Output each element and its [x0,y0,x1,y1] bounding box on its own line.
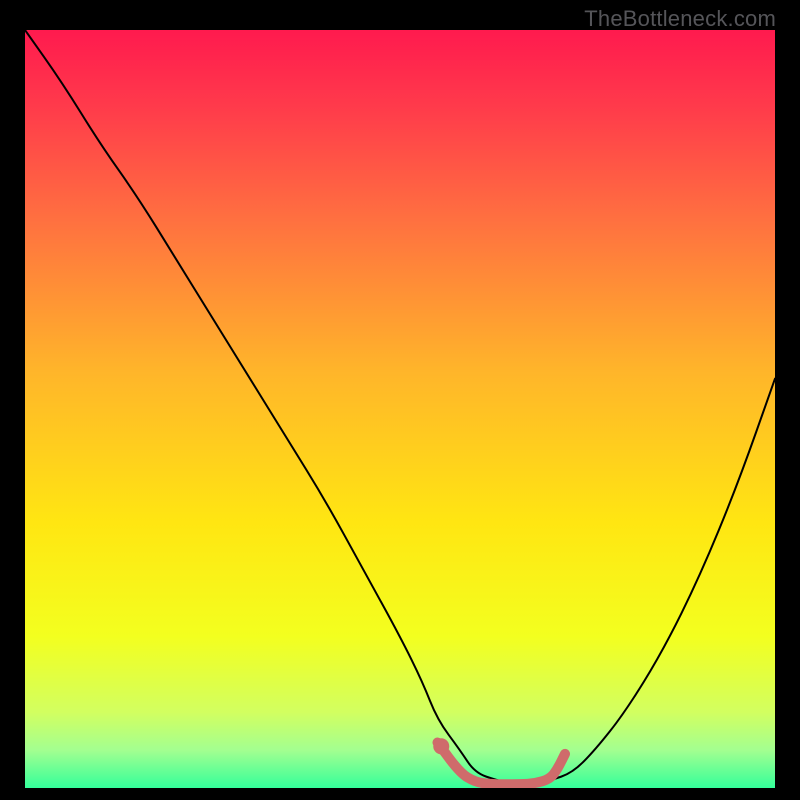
bottleneck-curve-chart [25,30,775,788]
watermark-text: TheBottleneck.com [584,6,776,32]
series-optimal-point-dot [433,738,449,754]
chart-frame [25,30,775,788]
gradient-background [25,30,775,788]
